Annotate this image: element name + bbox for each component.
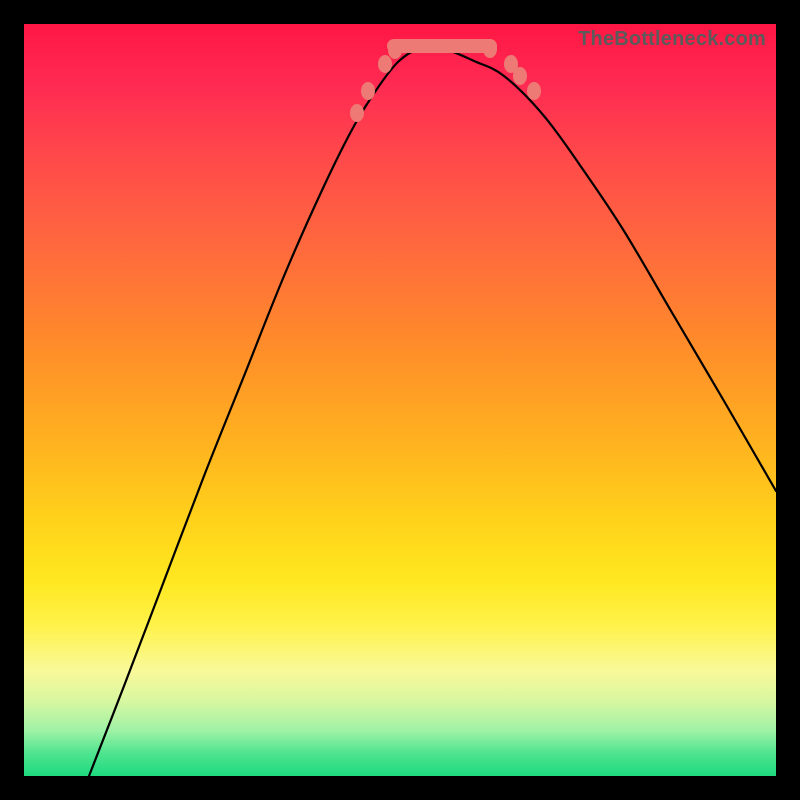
marker-dot xyxy=(378,55,392,73)
marker-dot xyxy=(483,40,497,58)
bottleneck-chart xyxy=(24,24,776,776)
marker-dot xyxy=(513,67,527,85)
chart-area: TheBottleneck.com xyxy=(24,24,776,776)
marker-dot xyxy=(527,82,541,100)
marker-dot xyxy=(350,104,364,122)
marker-dot xyxy=(388,41,402,59)
bottleneck-curve xyxy=(89,48,776,777)
marker-dot xyxy=(361,82,375,100)
